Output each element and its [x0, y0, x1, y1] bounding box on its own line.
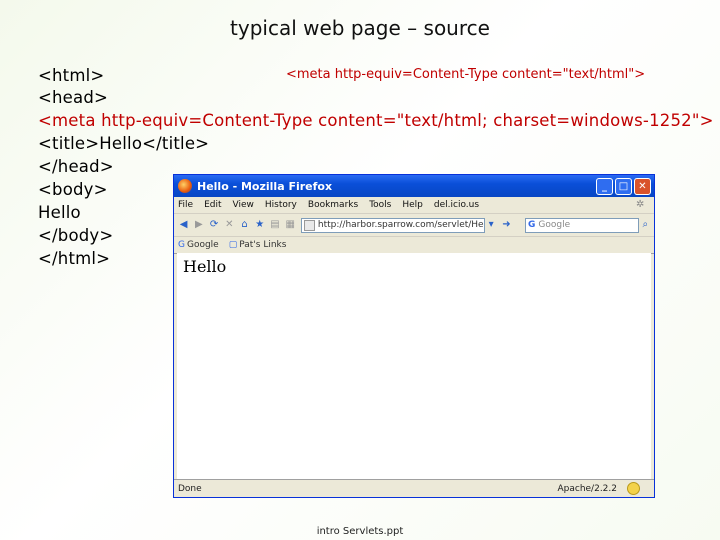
- bookmark-icon[interactable]: ★: [253, 218, 266, 232]
- search-icon[interactable]: ⌕: [639, 218, 652, 232]
- firefox-icon: [178, 179, 192, 193]
- menu-edit[interactable]: Edit: [204, 200, 221, 210]
- minimize-button[interactable]: _: [596, 177, 613, 195]
- menu-file[interactable]: File: [178, 200, 193, 210]
- menu-bar: File Edit View History Bookmarks Tools H…: [174, 197, 654, 214]
- folder-icon: ▢: [228, 240, 238, 250]
- google-icon: G: [528, 220, 536, 230]
- status-text: Done: [178, 483, 202, 494]
- menu-help[interactable]: Help: [402, 200, 423, 210]
- url-dropdown-icon[interactable]: ▾: [485, 218, 498, 232]
- code-line-head-close: </head>: [38, 157, 114, 176]
- menu-view[interactable]: View: [233, 200, 254, 210]
- browser-title: Hello - Mozilla Firefox: [197, 179, 333, 193]
- code-line-html-close: </html>: [38, 249, 111, 268]
- search-placeholder: Google: [538, 220, 571, 230]
- bookmarks-toolbar: G Google ▢ Pat's Links: [174, 237, 654, 254]
- url-bar[interactable]: http://harbor.sparrow.com/servlet/HelloS…: [300, 217, 485, 233]
- browser-titlebar[interactable]: Hello - Mozilla Firefox _ □ ✕: [174, 175, 654, 197]
- page-icon: [303, 219, 315, 231]
- maximize-button[interactable]: □: [615, 177, 632, 195]
- code-meta-small: <meta http-equiv=Content-Type content="t…: [286, 67, 646, 82]
- status-bar: Done Apache/2.2.2: [174, 479, 654, 497]
- code-line-body-open: <body>: [38, 180, 108, 199]
- bookmark-google[interactable]: G Google: [178, 240, 219, 250]
- code-line-head-open: <head>: [38, 88, 109, 107]
- menu-history[interactable]: History: [265, 200, 297, 210]
- print-icon[interactable]: ▤: [268, 218, 281, 232]
- page-content: Hello: [177, 253, 651, 479]
- throbber-icon: ✲: [636, 199, 645, 210]
- close-button[interactable]: ✕: [634, 177, 651, 195]
- reload-icon[interactable]: ⟳: [207, 218, 220, 232]
- slide-footer: intro Servlets.ppt: [316, 526, 404, 537]
- code-line-html-open: <html>: [38, 66, 105, 85]
- browser-window: Hello - Mozilla Firefox _ □ ✕ File Edit …: [173, 174, 655, 498]
- bookmark-pats-links[interactable]: ▢ Pat's Links: [229, 240, 287, 250]
- code-line-hello: Hello: [38, 203, 81, 222]
- url-text: http://harbor.sparrow.com/servlet/HelloS…: [317, 220, 484, 230]
- code-line-body-close: </body>: [38, 226, 114, 245]
- search-input[interactable]: G Google: [525, 217, 639, 233]
- menu-delicious[interactable]: del.icio.us: [434, 200, 479, 210]
- code-line-title: <title>Hello</title>: [38, 134, 210, 153]
- back-icon[interactable]: ◀: [177, 218, 190, 232]
- page-text: Hello: [183, 257, 227, 276]
- menu-bookmarks[interactable]: Bookmarks: [308, 200, 358, 210]
- slide-title: typical web page – source: [230, 16, 490, 40]
- navigation-toolbar: ◀ ▶ ⟳ ✕ ⌂ ★ ▤ ▦ http://harbor.sparrow.co…: [174, 214, 654, 237]
- security-icon[interactable]: [627, 482, 640, 495]
- menu-tools[interactable]: Tools: [369, 200, 391, 210]
- code-line-meta: <meta http-equiv=Content-Type content="t…: [38, 111, 714, 130]
- home-icon[interactable]: ⌂: [238, 218, 251, 232]
- google-icon: G: [178, 240, 185, 250]
- tools-icon[interactable]: ▦: [284, 218, 297, 232]
- forward-icon[interactable]: ▶: [192, 218, 205, 232]
- stop-icon[interactable]: ✕: [223, 218, 236, 232]
- go-icon[interactable]: ➜: [500, 218, 513, 232]
- status-server: Apache/2.2.2: [557, 483, 617, 494]
